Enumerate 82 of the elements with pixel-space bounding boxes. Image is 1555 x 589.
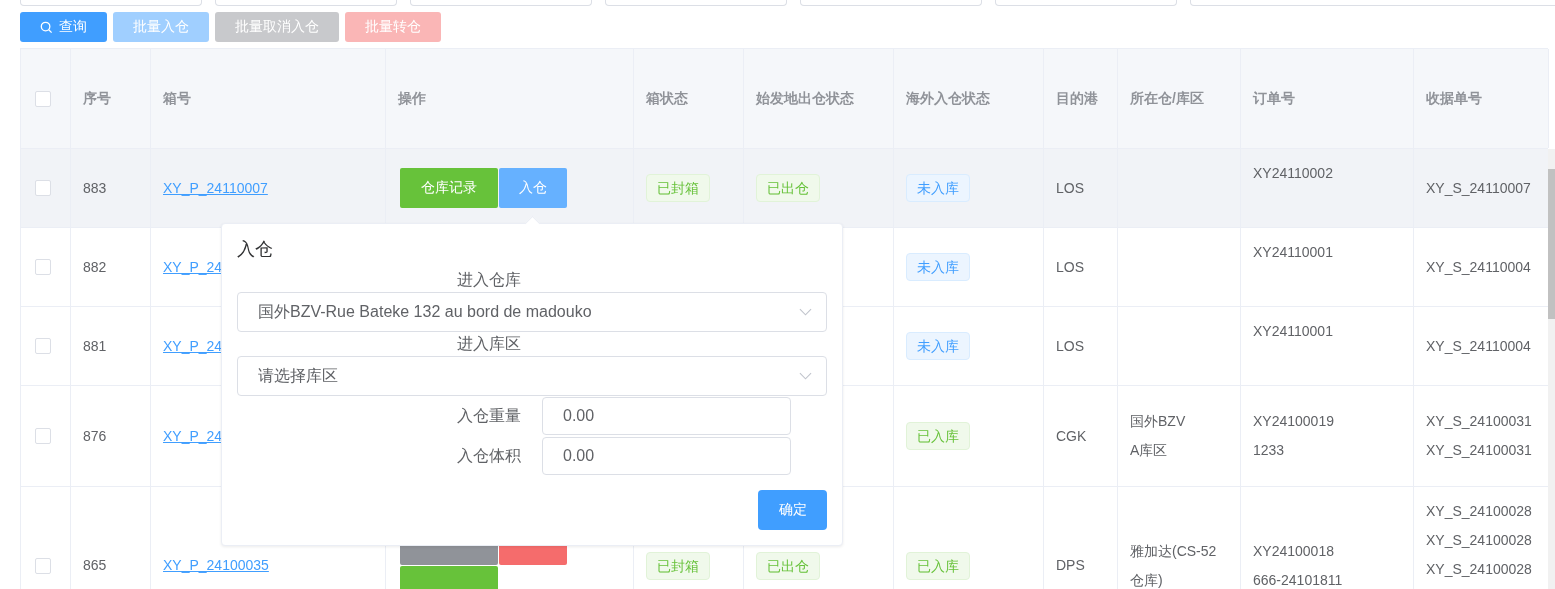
action-button[interactable]: 入仓: [499, 168, 567, 208]
location-text: A库区: [1130, 441, 1168, 460]
receipt-number: XY_S_24100028: [1426, 560, 1532, 579]
location-text: 雅加达(CS-52仓库): [1130, 541, 1218, 589]
order-number: XY24100019: [1253, 412, 1334, 431]
location-text: 国外BZV: [1130, 412, 1186, 431]
port-text: LOS: [1056, 336, 1084, 356]
status-tag: 未入库: [906, 253, 970, 281]
confirm-button[interactable]: 确定: [758, 490, 827, 530]
column-header: 箱状态: [646, 89, 688, 108]
receipt-number: XY_S_24110004: [1426, 336, 1531, 356]
zone-select[interactable]: 请选择库区: [237, 356, 827, 396]
row-number: 881: [83, 336, 107, 356]
column-header: 收据单号: [1426, 89, 1482, 108]
column-header: 始发地出仓状态: [756, 89, 854, 108]
filter-field[interactable]: [20, 0, 202, 6]
filter-field[interactable]: [215, 0, 397, 6]
checkbox[interactable]: [35, 180, 51, 196]
order-number: XY24100018: [1253, 541, 1335, 561]
order-number: XY24110002: [1253, 164, 1333, 183]
column-header: 目的港: [1056, 89, 1098, 108]
column-header: 操作: [398, 89, 426, 108]
column-header: 所在仓/库区: [1130, 89, 1204, 108]
order-number: XY24110001: [1253, 243, 1333, 262]
receipt-number: XY_S_24110007: [1426, 178, 1531, 198]
column-header: 序号: [83, 89, 111, 108]
box-number-link[interactable]: XY_P_24: [163, 252, 223, 282]
receipt-number: XY_S_24100028: [1426, 502, 1532, 521]
filter-field[interactable]: [995, 0, 1177, 6]
warehouse-select[interactable]: 国外BZV-Rue Bateke 132 au bord de madouko: [237, 292, 827, 332]
box-number-link[interactable]: XY_P_24: [163, 331, 223, 361]
box-number-link[interactable]: XY_P_24110007: [163, 173, 268, 203]
filter-field[interactable]: [605, 0, 787, 6]
checkbox[interactable]: [35, 338, 51, 354]
port-text: CGK: [1056, 426, 1087, 446]
order-number: 666-24101811: [1253, 570, 1343, 589]
receipt-number: XY_S_24100031: [1426, 412, 1532, 431]
scrollbar[interactable]: [1548, 149, 1555, 589]
field-label: 入仓体积: [456, 445, 521, 466]
order-number: 1233: [1253, 441, 1286, 460]
status-tag: 已入库: [906, 551, 970, 580]
checkbox[interactable]: [35, 259, 51, 275]
box-number-link[interactable]: XY_P_24100035: [163, 551, 269, 580]
chevron-down-icon: [799, 372, 812, 380]
filter-field[interactable]: [410, 0, 592, 6]
filter-field[interactable]: [800, 0, 982, 6]
search-icon: [40, 20, 53, 34]
receipt-number: XY_S_24100028: [1426, 531, 1532, 550]
field-label: 进入仓库: [457, 271, 521, 288]
column-header: 订单号: [1253, 89, 1295, 108]
action-button[interactable]: 仓库记录: [400, 168, 498, 208]
volume-input[interactable]: 0.00: [542, 437, 791, 475]
checkbox[interactable]: [35, 90, 51, 107]
chevron-down-icon: [799, 308, 812, 316]
checkbox[interactable]: [35, 428, 51, 444]
row-number: 883: [83, 178, 107, 198]
order-number: XY24110001: [1253, 322, 1333, 341]
port-text: LOS: [1056, 178, 1084, 198]
column-header: 海外入仓状态: [906, 89, 990, 108]
popover-title: 入仓: [237, 238, 274, 261]
field-label: 入仓重量: [456, 405, 521, 426]
status-tag: 已出仓: [756, 174, 820, 202]
status-tag: 已封箱: [646, 551, 710, 580]
field-label: 进入库区: [457, 335, 521, 352]
receipt-number: XY_S_24100031: [1426, 441, 1532, 460]
checkbox[interactable]: [35, 557, 51, 574]
weight-input[interactable]: 0.00: [542, 397, 791, 435]
status-tag: 未入库: [906, 332, 970, 360]
status-tag: 已入库: [906, 422, 970, 450]
box-number-link[interactable]: XY_P_24: [163, 421, 223, 451]
column-header: 箱号: [163, 89, 191, 108]
search-button[interactable]: 查询: [20, 12, 107, 42]
status-tag: 未入库: [906, 174, 970, 202]
status-tag: 已封箱: [646, 174, 710, 202]
filter-field[interactable]: [1190, 0, 1555, 6]
receipt-number: XY_S_24110004: [1426, 257, 1531, 277]
row-number: 882: [83, 257, 107, 277]
row-number: 876: [83, 426, 107, 446]
row-number: 865: [83, 556, 107, 575]
port-text: LOS: [1056, 257, 1084, 277]
port-text: DPS: [1056, 556, 1085, 575]
status-tag: 已出仓: [756, 551, 820, 580]
